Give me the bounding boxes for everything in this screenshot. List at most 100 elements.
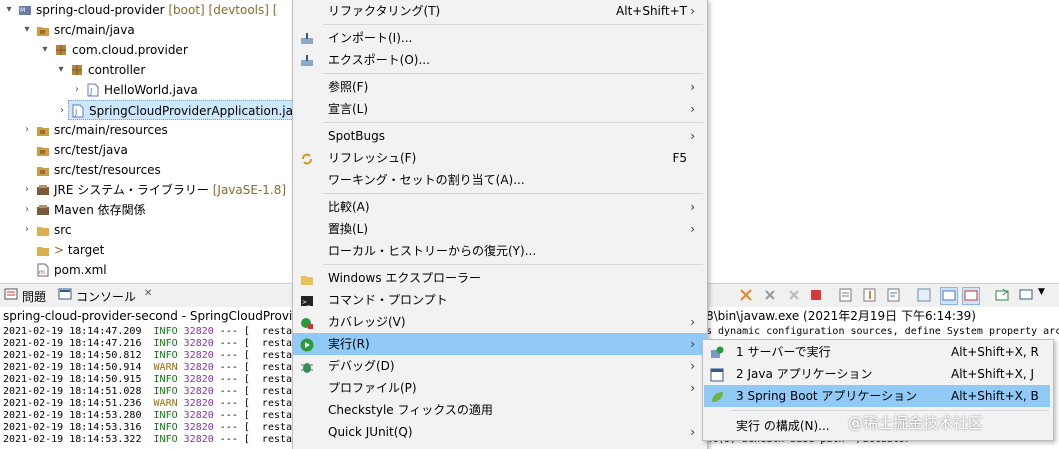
log-thread: --- [ resta xyxy=(213,326,293,337)
menu-item-label: リファクタリング(T) xyxy=(328,4,441,18)
display-console-icon[interactable] xyxy=(1018,287,1034,303)
submenu-item-shortcut: Alt+Shift+X, R xyxy=(951,345,1039,359)
tree-item[interactable]: › J SpringCloudProviderApplication.jav xyxy=(60,100,300,120)
submenu-item[interactable]: 2 Java アプリケーション Alt+Shift+X, J xyxy=(704,363,1050,385)
menu-separator xyxy=(323,73,703,74)
log-time: 2021-02-19 18:14:47.209 xyxy=(3,326,142,337)
submenu-item[interactable]: 3 Spring Boot アプリケーション Alt+Shift+X, B xyxy=(704,385,1050,407)
twisty-icon[interactable]: › xyxy=(72,80,82,100)
menu-item[interactable]: リフレッシュ(F) F5 xyxy=(293,147,707,169)
menu-item-label: Windows エクスプローラー xyxy=(328,271,482,285)
menu-item[interactable]: インポート(I)... xyxy=(293,27,707,49)
log-pid: 32820 xyxy=(183,326,214,337)
twisty-icon[interactable]: › xyxy=(22,120,32,140)
twisty-icon[interactable]: › xyxy=(57,101,67,121)
tab-console[interactable]: コンソール xyxy=(76,288,136,305)
menu-item[interactable]: デバッグ(D) › xyxy=(293,355,707,377)
submenu-item[interactable]: 1 サーバーで実行 Alt+Shift+X, R xyxy=(704,341,1050,363)
log-time: 2021-02-19 18:14:51.028 xyxy=(3,386,142,397)
pin-console-icon[interactable] xyxy=(916,287,932,303)
twisty-icon[interactable]: ▾ xyxy=(4,0,14,20)
tree-item[interactable]: src/test/java xyxy=(0,140,300,160)
tree-item[interactable]: ▾ com.cloud.provider xyxy=(0,40,300,60)
log-thread: --- [ resta xyxy=(213,386,293,397)
tree-item[interactable]: m pom.xml xyxy=(0,260,300,280)
show-on-output-icon[interactable] xyxy=(940,287,958,305)
tree-item-label: > target xyxy=(54,240,104,260)
log-pid: 32820 xyxy=(183,362,214,373)
tree-item[interactable]: > target xyxy=(0,240,300,260)
open-console-icon[interactable] xyxy=(994,287,1010,303)
twisty-icon[interactable]: › xyxy=(22,200,32,220)
twisty-icon[interactable]: ▾ xyxy=(56,60,66,80)
submenu-item-label: 3 Spring Boot アプリケーション xyxy=(736,389,918,403)
menu-item[interactable]: Checkstyle フィックスの適用 xyxy=(293,399,707,421)
folder-icon xyxy=(36,223,50,237)
menu-item-label: エクスポート(O)... xyxy=(328,53,430,67)
chevron-down-icon[interactable]: ▼ xyxy=(1038,287,1054,303)
tree-item[interactable]: › J HelloWorld.java xyxy=(0,80,300,100)
tree-item-text: src/test/resources xyxy=(54,163,161,177)
svg-text:>_: >_ xyxy=(302,299,311,306)
refresh-icon xyxy=(300,151,314,165)
launch-name: spring-cloud-provider-second - SpringClo… xyxy=(3,309,293,323)
tree-item-label: HelloWorld.java xyxy=(104,80,198,100)
tree-item-decoration: [boot] [devtools] [ xyxy=(164,3,278,17)
menu-item[interactable]: プロファイル(P) › xyxy=(293,377,707,399)
svg-text:M: M xyxy=(20,7,25,14)
menu-item[interactable]: 比較(A) › xyxy=(293,196,707,218)
tree-item[interactable]: src/test/resources xyxy=(0,160,300,180)
menu-item[interactable]: ローカル・ヒストリーからの復元(Y)... xyxy=(293,240,707,262)
show-on-error-icon[interactable] xyxy=(962,287,980,305)
menu-item-label: 参照(F) xyxy=(328,80,369,94)
log-pid: 32820 xyxy=(183,350,214,361)
menu-item[interactable]: 実行(R) › xyxy=(293,333,707,355)
menu-item[interactable]: エクスポート(O)... xyxy=(293,49,707,71)
log-level: INFO xyxy=(153,374,178,385)
server-run-icon xyxy=(710,345,724,359)
menu-item[interactable]: ワーキング・セットの割り当て(A)... xyxy=(293,169,707,191)
tree-item[interactable]: › src xyxy=(0,220,300,240)
scroll-lock-icon[interactable] xyxy=(862,287,878,303)
tree-item[interactable]: › Maven 依存関係 xyxy=(0,200,300,220)
close-icon[interactable]: ✕ xyxy=(144,288,152,299)
twisty-icon[interactable]: › xyxy=(22,180,32,200)
menu-separator xyxy=(323,264,703,265)
menu-item-label: デバッグ(D) xyxy=(328,359,395,373)
twisty-icon[interactable]: ▾ xyxy=(40,40,50,60)
menu-item[interactable]: Quick JUnit(Q) › xyxy=(293,421,707,443)
remove-terminated-icon[interactable] xyxy=(786,287,802,303)
tree-item[interactable]: ▾ src/main/java xyxy=(0,20,300,40)
menu-item[interactable]: カバレッジ(V) › xyxy=(293,311,707,333)
menu-item[interactable]: >_ コマンド・プロンプト xyxy=(293,289,707,311)
menu-item-label: インポート(I)... xyxy=(328,31,413,45)
menu-item[interactable]: 置換(L) › xyxy=(293,218,707,240)
log-time: 2021-02-19 18:14:50.915 xyxy=(3,374,142,385)
source-folder-icon xyxy=(36,123,50,137)
tree-item[interactable]: ▾ Mspring-cloud-provider [boot] [devtools… xyxy=(0,0,300,20)
tree-item[interactable]: › src/main/resources xyxy=(0,120,300,140)
clear-console-icon[interactable] xyxy=(838,287,854,303)
tree-item[interactable]: ▾ controller xyxy=(0,60,300,80)
java-app-icon xyxy=(710,367,724,382)
submenu-item-label: 実行 の構成(N)... xyxy=(736,419,830,433)
terminate-icon[interactable] xyxy=(808,287,824,303)
remove-all-icon[interactable] xyxy=(762,287,778,303)
watermark: @稀土掘金技术社区 xyxy=(848,414,984,432)
tree-item-label: Maven 依存関係 xyxy=(54,200,146,220)
menu-item[interactable]: SpotBugs › xyxy=(293,125,707,147)
tab-problems[interactable]: 問題 xyxy=(22,288,46,305)
log-line: 2021-02-19 18:14:47.216 INFO 32820 --- [… xyxy=(3,338,292,350)
menu-item[interactable]: 参照(F) › xyxy=(293,76,707,98)
twisty-icon[interactable]: › xyxy=(22,220,32,240)
log-level: INFO xyxy=(153,326,178,337)
twisty-icon[interactable]: ▾ xyxy=(22,20,32,40)
import-icon xyxy=(300,31,314,45)
menu-item[interactable]: 宣言(L) › xyxy=(293,98,707,120)
word-wrap-icon[interactable] xyxy=(886,287,902,303)
tree-item[interactable]: › JRE システム・ライブラリー [JavaSE-1.8] xyxy=(0,180,300,200)
remove-launch-icon[interactable] xyxy=(738,287,754,303)
menu-item[interactable]: Windows エクスプローラー xyxy=(293,267,707,289)
log-pid: 32820 xyxy=(183,374,214,385)
menu-item[interactable]: リファクタリング(T) Alt+Shift+T › xyxy=(293,0,707,22)
